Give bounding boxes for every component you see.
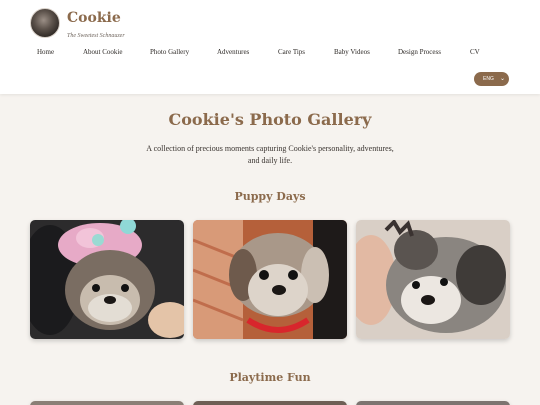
nav-design-process[interactable]: Design Process (398, 48, 441, 56)
nav-photo-gallery[interactable]: Photo Gallery (150, 48, 189, 56)
main-nav: Home About Cookie Photo Gallery Adventur… (0, 48, 540, 60)
nav-cv[interactable]: CV (470, 48, 480, 56)
gallery-photo[interactable] (356, 401, 510, 405)
nav-home[interactable]: Home (37, 48, 54, 56)
site-tagline: The Sweetest Schnauzer (67, 33, 125, 39)
page-title: Cookie's Photo Gallery (168, 110, 372, 129)
site-name[interactable]: Cookie (67, 9, 125, 27)
gallery-photo[interactable] (356, 220, 510, 339)
dog-red-collar-image (193, 220, 347, 339)
gallery-photo[interactable] (30, 220, 184, 339)
puppy-photo-image (30, 220, 184, 339)
language-select[interactable]: ENG ⌄ (474, 72, 509, 86)
chevron-down-icon: ⌄ (499, 76, 505, 82)
gallery-photo[interactable] (193, 220, 347, 339)
page-description: A collection of precious moments capturi… (146, 144, 394, 165)
avatar (30, 8, 60, 38)
logo[interactable]: Cookie The Sweetest Schnauzer (30, 8, 125, 39)
held-puppy-image (356, 220, 510, 339)
site-header: Cookie The Sweetest Schnauzer Home About… (0, 0, 540, 94)
section-title-playtime-fun: Playtime Fun (229, 371, 311, 384)
nav-adventures[interactable]: Adventures (217, 48, 249, 56)
section-title-puppy-days: Puppy Days (234, 190, 306, 203)
gallery-photo[interactable] (193, 401, 347, 405)
gallery-photo[interactable] (30, 401, 184, 405)
nav-baby-videos[interactable]: Baby Videos (334, 48, 370, 56)
language-value: ENG (483, 76, 494, 82)
nav-care-tips[interactable]: Care Tips (278, 48, 305, 56)
nav-about-cookie[interactable]: About Cookie (83, 48, 122, 56)
